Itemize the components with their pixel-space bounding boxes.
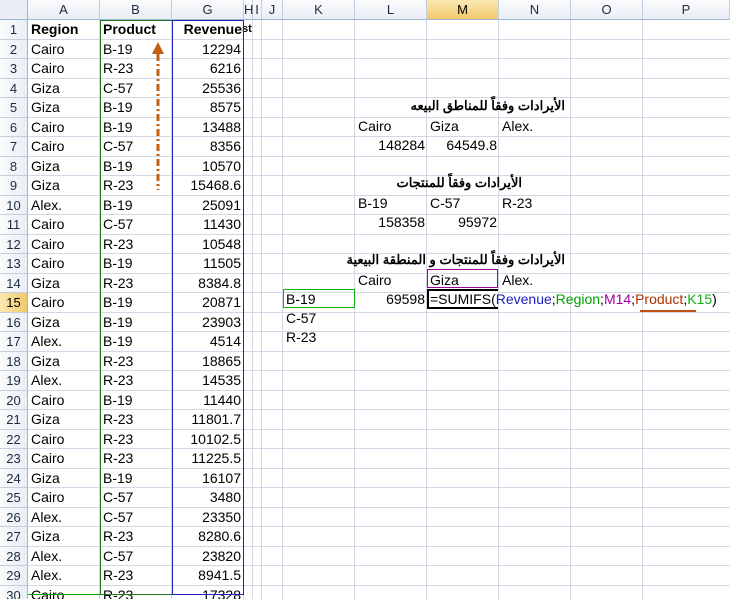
combined-summary-title: الأيرادات وفقاً للمنتجات و المنطقة البيع… xyxy=(346,252,565,267)
column-gridline xyxy=(252,20,253,599)
row-header-7[interactable]: 7 xyxy=(0,137,28,157)
formula-close: ) xyxy=(712,291,717,307)
column-header-l[interactable]: L xyxy=(355,0,427,20)
product-underline-annotation xyxy=(640,310,696,312)
region-label-cairo[interactable]: Cairo xyxy=(358,117,391,136)
row-header-23[interactable]: 23 xyxy=(0,449,28,469)
region-summary-title: الأيرادات وفقاً للمناطق البيعه xyxy=(410,98,565,113)
row-header-27[interactable]: 27 xyxy=(0,527,28,547)
product-label-c57[interactable]: C-57 xyxy=(430,194,460,213)
revenue-range-border xyxy=(172,20,244,595)
column-gridline xyxy=(354,20,355,599)
row-header-10[interactable]: 10 xyxy=(0,195,28,215)
column-header-j[interactable]: J xyxy=(262,0,283,20)
up-arrow-annotation xyxy=(152,42,164,190)
combined-product-c57[interactable]: C-57 xyxy=(286,309,316,328)
column-gridline xyxy=(282,20,283,599)
formula-region-ref: Region xyxy=(555,291,601,307)
formula-text[interactable]: =SUMIFS(Revenue;Region;M14;Product;K15) xyxy=(430,290,717,309)
row-header-6[interactable]: 6 xyxy=(0,117,28,137)
combined-product-b19[interactable]: B-19 xyxy=(286,290,316,309)
row-header-11[interactable]: 11 xyxy=(0,215,28,235)
row-header-22[interactable]: 22 xyxy=(0,429,28,449)
row-header-19[interactable]: 19 xyxy=(0,371,28,391)
combined-product-r23[interactable]: R-23 xyxy=(286,328,316,347)
row-header-30[interactable]: 30 xyxy=(0,585,28,599)
formula-revenue-ref: Revenue xyxy=(495,291,552,307)
row-header-28[interactable]: 28 xyxy=(0,546,28,566)
column-header-h[interactable]: H xyxy=(244,0,253,20)
formula-func: =SUMIFS( xyxy=(430,291,496,307)
column-header-b[interactable]: B xyxy=(100,0,172,20)
select-all-corner[interactable] xyxy=(0,0,28,20)
formula-k15-ref: K15 xyxy=(687,291,713,307)
product-label-r23[interactable]: R-23 xyxy=(502,194,532,213)
column-header-k[interactable]: K xyxy=(283,0,355,20)
column-header-a[interactable]: A xyxy=(28,0,100,20)
row-header-20[interactable]: 20 xyxy=(0,390,28,410)
product-value-c57[interactable]: 95972 xyxy=(427,213,497,232)
product-label-b19[interactable]: B-19 xyxy=(358,194,388,213)
row-header-3[interactable]: 3 xyxy=(0,59,28,79)
row-header-18[interactable]: 18 xyxy=(0,351,28,371)
formula-m14-ref: M14 xyxy=(603,291,632,307)
combined-region-giza[interactable]: Giza xyxy=(430,271,459,290)
row-header-29[interactable]: 29 xyxy=(0,566,28,586)
row-header-16[interactable]: 16 xyxy=(0,312,28,332)
column-header-i[interactable]: I xyxy=(253,0,262,20)
column-gridline xyxy=(570,20,571,599)
combined-value-b19-cairo[interactable]: 69598 xyxy=(355,290,425,309)
column-header-m[interactable]: M xyxy=(427,0,499,20)
product-summary-title: الأيرادات وفقاً للمنتجات xyxy=(396,175,522,190)
row-header-26[interactable]: 26 xyxy=(0,507,28,527)
combined-region-cairo[interactable]: Cairo xyxy=(358,271,391,290)
row-header-24[interactable]: 24 xyxy=(0,468,28,488)
column-header-o[interactable]: O xyxy=(571,0,643,20)
column-gridline xyxy=(261,20,262,599)
column-header-g[interactable]: G xyxy=(172,0,244,20)
region-range-border xyxy=(28,20,101,595)
row-header-8[interactable]: 8 xyxy=(0,156,28,176)
region-value-giza[interactable]: 64549.8 xyxy=(427,136,497,155)
row-header-13[interactable]: 13 xyxy=(0,254,28,274)
row-header-9[interactable]: 9 xyxy=(0,176,28,196)
row-header-17[interactable]: 17 xyxy=(0,332,28,352)
row-header-4[interactable]: 4 xyxy=(0,78,28,98)
region-label-giza[interactable]: Giza xyxy=(430,117,459,136)
column-header-n[interactable]: N xyxy=(499,0,571,20)
row-header-25[interactable]: 25 xyxy=(0,488,28,508)
row-header-2[interactable]: 2 xyxy=(0,39,28,59)
row-header-21[interactable]: 21 xyxy=(0,410,28,430)
row-header-1[interactable]: 1 xyxy=(0,20,28,40)
row-header-5[interactable]: 5 xyxy=(0,98,28,118)
row-header-14[interactable]: 14 xyxy=(0,273,28,293)
formula-product-ref: Product xyxy=(635,291,684,307)
region-value-cairo[interactable]: 148284 xyxy=(355,136,425,155)
region-label-alex[interactable]: Alex. xyxy=(502,117,533,136)
column-header-p[interactable]: P xyxy=(643,0,730,20)
row-header-15[interactable]: 15 xyxy=(0,293,28,313)
spreadsheet-grid[interactable]: ABGHIJKLMNOP 1 2 3 4 5 6 7 8 9 10 11 12 13 14 15 16 17 18… xyxy=(0,0,730,599)
combined-region-alex[interactable]: Alex. xyxy=(502,271,533,290)
product-value-b19[interactable]: 158358 xyxy=(355,213,425,232)
row-header-12[interactable]: 12 xyxy=(0,234,28,254)
